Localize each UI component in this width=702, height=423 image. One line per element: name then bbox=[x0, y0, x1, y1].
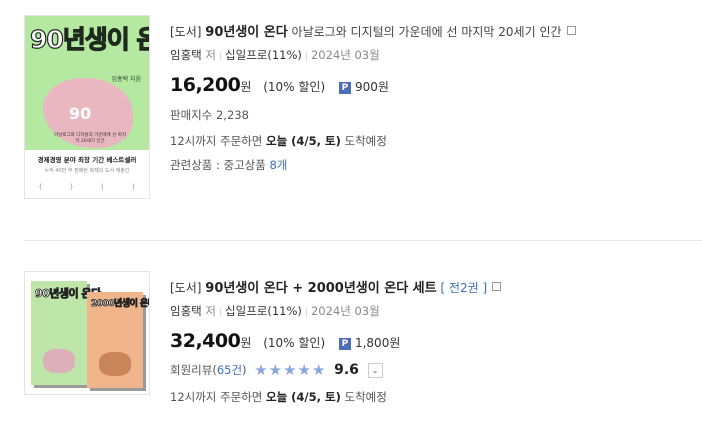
delivery-suffix: 도착예정 bbox=[344, 134, 387, 148]
used-products-link[interactable]: 8개 bbox=[269, 158, 287, 172]
discount-rate: (10% 할인) bbox=[263, 80, 326, 94]
title-line: [도서] 90년생이 온다 아날로그와 디지털의 가운데에 선 마지막 20세기… bbox=[170, 21, 576, 40]
point-amount: 1,800원 bbox=[354, 336, 401, 350]
author-link[interactable]: 임홍택 bbox=[170, 48, 202, 62]
publish-date: 2024년 03월 bbox=[310, 48, 380, 62]
item-divider bbox=[24, 240, 702, 241]
cover-book-2-title: 2000년생이 온다 bbox=[91, 299, 150, 310]
product-item: 90년생이 온다 2000년생이 온다 [도서] 90년생이 온다 + 2000… bbox=[0, 256, 702, 423]
category-label: [도서] bbox=[170, 281, 202, 295]
product-item: 90년생이 온다 임홍택 지음 90 아날로그와 디지털의 가운데에 선 마지막… bbox=[0, 0, 702, 232]
price-line: 16,200원 (10% 할인) P 900원 bbox=[170, 74, 389, 96]
cover-illustration bbox=[99, 352, 131, 376]
cover-book-2: 2000년생이 온다 bbox=[87, 292, 149, 388]
related-label: 관련상품 : 중고상품 bbox=[170, 158, 266, 172]
cover-author: 임홍택 지음 bbox=[111, 76, 141, 83]
currency: 원 bbox=[240, 336, 252, 350]
cover-banner: 경제경영 분야 최장 기간 베스트셀러 누적 40만 부 판매된 화제의 도서 … bbox=[25, 150, 149, 198]
cover-number: 90 bbox=[69, 104, 92, 123]
sales-index: 판매지수 2,238 bbox=[170, 108, 249, 122]
title-line: [도서] 90년생이 온다 + 2000년생이 온다 세트 [ 전2권 ] bbox=[170, 277, 502, 296]
meta-line: 임홍택 저 | 십일프로(11%) | 2024년 03월 bbox=[170, 304, 380, 318]
cover-title-art: 90년생이 온다 bbox=[29, 24, 149, 54]
delivery-prefix: 12시까지 주문하면 bbox=[170, 134, 263, 148]
publisher-link[interactable]: 십일프로(11%) bbox=[225, 304, 302, 318]
delivery-prefix: 12시까지 주문하면 bbox=[170, 390, 263, 404]
author-link[interactable]: 임홍택 bbox=[170, 304, 202, 318]
review-label: 회원리뷰( bbox=[170, 363, 217, 377]
delivery-info: 12시까지 주문하면 오늘 (4/5, 토) 도착예정 bbox=[170, 389, 387, 405]
laurel-icons: ()() bbox=[39, 183, 135, 191]
review-close: ) bbox=[242, 363, 247, 377]
volume-count[interactable]: [ 전2권 ] bbox=[440, 281, 487, 295]
delivery-date: 오늘 (4/5, 토) bbox=[266, 134, 341, 148]
price-line: 32,400원 (10% 할인) P 1,800원 bbox=[170, 330, 400, 352]
cover-banner-main: 경제경영 분야 최장 기간 베스트셀러 bbox=[37, 156, 137, 164]
cover-book-1: 90년생이 온다 bbox=[31, 281, 102, 385]
cover-illustration bbox=[43, 349, 75, 373]
point-amount: 900원 bbox=[354, 80, 389, 94]
meta-line: 임홍택 저 | 십일프로(11%) | 2024년 03월 bbox=[170, 48, 380, 62]
review-line: 회원리뷰(65건) ★★★★★ 9.6 ⌄ bbox=[170, 361, 383, 379]
rating-score: 9.6 bbox=[334, 362, 359, 378]
publisher-link[interactable]: 십일프로(11%) bbox=[225, 48, 302, 62]
author-role: 저 bbox=[205, 48, 216, 62]
delivery-date: 오늘 (4/5, 토) bbox=[266, 390, 341, 404]
chevron-down-icon[interactable]: ⌄ bbox=[367, 363, 383, 378]
new-window-icon[interactable] bbox=[492, 282, 502, 291]
category-label: [도서] bbox=[170, 25, 202, 39]
point-icon: P bbox=[338, 338, 351, 350]
product-title-link[interactable]: 90년생이 온다 + 2000년생이 온다 세트 bbox=[205, 281, 436, 296]
publish-date: 2024년 03월 bbox=[310, 304, 380, 318]
review-count-link[interactable]: 65건 bbox=[217, 363, 242, 377]
point-icon: P bbox=[338, 82, 351, 94]
book-cover[interactable]: 90년생이 온다 임홍택 지음 90 아날로그와 디지털의 가운데에 선 마지막… bbox=[24, 15, 150, 199]
sale-price: 16,200 bbox=[170, 74, 241, 96]
product-title-link[interactable]: 90년생이 온다 bbox=[205, 25, 287, 40]
discount-rate: (10% 할인) bbox=[263, 336, 326, 350]
cover-banner-sub: 누적 40만 부 판매된 화제의 도서 재출간 bbox=[44, 168, 130, 174]
product-subtitle: 아날로그와 디지털의 가운데에 선 마지막 20세기 인간 bbox=[291, 25, 562, 39]
cover-tagline: 아날로그와 디지털의 가운데에 선 마지막 20세기 인간 bbox=[54, 133, 126, 144]
currency: 원 bbox=[240, 80, 252, 94]
sale-price: 32,400 bbox=[170, 330, 241, 352]
delivery-suffix: 도착예정 bbox=[344, 390, 387, 404]
new-window-icon[interactable] bbox=[566, 26, 576, 35]
book-cover[interactable]: 90년생이 온다 2000년생이 온다 bbox=[24, 271, 150, 395]
delivery-info: 12시까지 주문하면 오늘 (4/5, 토) 도착예정 bbox=[170, 133, 387, 149]
rating-stars-icon: ★★★★★ bbox=[254, 361, 327, 379]
related-products: 관련상품 : 중고상품 8개 bbox=[170, 157, 287, 173]
author-role: 저 bbox=[205, 304, 216, 318]
